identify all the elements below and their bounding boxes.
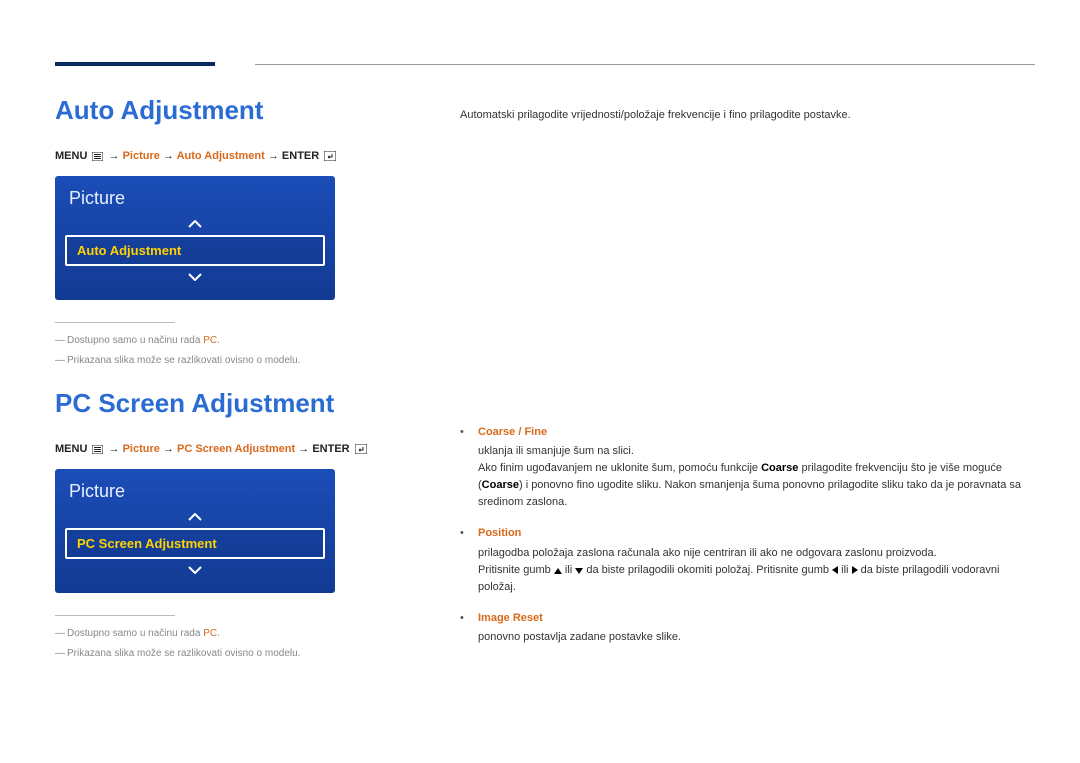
- osd-panel-title: Picture: [65, 479, 325, 508]
- bc-arrow: →: [265, 150, 282, 162]
- heading-auto-adjustment: Auto Adjustment: [55, 95, 400, 126]
- auto-adjustment-description: Automatski prilagodite vrijednosti/polož…: [460, 107, 1035, 124]
- bullet-title: Coarse / Fine: [478, 424, 1035, 441]
- breadcrumb-pc: MENU → Picture → PC Screen Adjustment → …: [55, 443, 400, 455]
- bullet-marker: •: [460, 525, 478, 596]
- menu-icon: [92, 152, 103, 161]
- bc-enter-label: ENTER: [282, 150, 322, 162]
- footnotes-auto: Dostupno samo u načinu rada PC. Prikazan…: [55, 322, 400, 366]
- bullet-marker: •: [460, 610, 478, 647]
- header-rule: [255, 64, 1035, 65]
- osd-item-pc-screen-adjustment[interactable]: PC Screen Adjustment: [65, 528, 325, 559]
- osd-panel-title: Picture: [65, 186, 325, 215]
- enter-icon: [355, 444, 367, 454]
- bullet-title: Position: [478, 525, 1035, 542]
- bc-picture: Picture: [123, 443, 160, 455]
- bc-item: Auto Adjustment: [177, 150, 265, 162]
- footnote-image-vary: Prikazana slika može se razlikovati ovis…: [55, 648, 400, 659]
- bullet-image-reset: • Image Reset ponovno postavlja zadane p…: [460, 610, 1035, 647]
- bullet-text: uklanja ili smanjuje šum na slici. Ako f…: [478, 443, 1035, 511]
- bc-arrow: →: [160, 443, 177, 455]
- bullet-text: prilagodba položaja zaslona računala ako…: [478, 545, 1035, 596]
- bullet-marker: •: [460, 424, 478, 512]
- bc-picture: Picture: [123, 150, 160, 162]
- bullet-coarse-fine: • Coarse / Fine uklanja ili smanjuje šum…: [460, 424, 1035, 512]
- header-accent-bar: [55, 62, 215, 66]
- osd-panel-auto: Picture Auto Adjustment: [55, 176, 335, 300]
- bc-menu-label: MENU: [55, 443, 90, 455]
- bullet-position: • Position prilagodba položaja zaslona r…: [460, 525, 1035, 596]
- chevron-down-icon: [65, 268, 325, 286]
- bullet-title: Image Reset: [478, 610, 1035, 627]
- heading-pc-screen-adjustment: PC Screen Adjustment: [55, 388, 400, 419]
- menu-icon: [92, 445, 103, 454]
- chevron-up-icon: [65, 508, 325, 526]
- footnotes-pc: Dostupno samo u načinu rada PC. Prikazan…: [55, 615, 400, 659]
- breadcrumb-auto: MENU → Picture → Auto Adjustment → ENTER: [55, 150, 400, 162]
- chevron-up-icon: [65, 215, 325, 233]
- bc-arrow: →: [105, 150, 122, 162]
- bc-enter-label: ENTER: [312, 443, 352, 455]
- chevron-down-icon: [65, 561, 325, 579]
- enter-icon: [324, 151, 336, 161]
- osd-panel-pc: Picture PC Screen Adjustment: [55, 469, 335, 593]
- section-auto-adjustment: Auto Adjustment MENU → Picture → Auto Ad…: [55, 95, 400, 366]
- right-column: Automatski prilagodite vrijednosti/polož…: [460, 95, 1035, 668]
- osd-item-auto-adjustment[interactable]: Auto Adjustment: [65, 235, 325, 266]
- bc-item: PC Screen Adjustment: [177, 443, 295, 455]
- bc-arrow: →: [105, 443, 122, 455]
- bc-arrow: →: [160, 150, 177, 162]
- footnote-pc-only: Dostupno samo u načinu rada PC.: [55, 335, 400, 346]
- footnote-rule: [55, 615, 175, 616]
- footnote-rule: [55, 322, 175, 323]
- left-column: Auto Adjustment MENU → Picture → Auto Ad…: [55, 95, 400, 668]
- bullet-text: ponovno postavlja zadane postavke slike.: [478, 629, 1035, 646]
- pc-adjustment-bullets: • Coarse / Fine uklanja ili smanjuje šum…: [460, 424, 1035, 647]
- footnote-image-vary: Prikazana slika može se razlikovati ovis…: [55, 355, 400, 366]
- page-body: Auto Adjustment MENU → Picture → Auto Ad…: [0, 0, 1080, 668]
- section-pc-screen-adjustment: PC Screen Adjustment MENU → Picture → PC…: [55, 388, 400, 659]
- footnote-pc-only: Dostupno samo u načinu rada PC.: [55, 628, 400, 639]
- bc-menu-label: MENU: [55, 150, 90, 162]
- bc-arrow: →: [295, 443, 312, 455]
- triangle-up-icon: [554, 568, 562, 574]
